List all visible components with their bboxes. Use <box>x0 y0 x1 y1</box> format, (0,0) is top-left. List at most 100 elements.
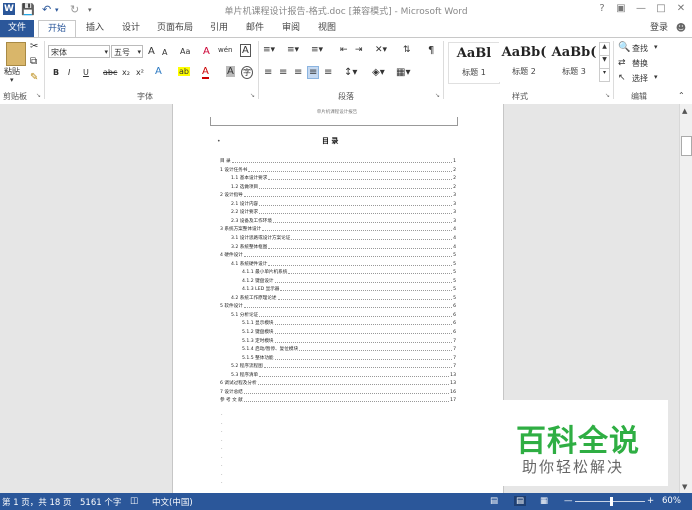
italic-button[interactable]: I <box>68 68 70 77</box>
toc-entry[interactable]: 1 设计任务书 2 <box>220 165 456 173</box>
align-right-icon[interactable]: ≡ <box>294 67 302 78</box>
toc-entry[interactable]: 6 调试过程及分析 13 <box>220 378 456 386</box>
styles-launcher-icon[interactable]: ↘ <box>605 92 610 99</box>
tab-file[interactable]: 文件 <box>0 20 34 37</box>
underline-button[interactable]: U <box>83 68 89 77</box>
toc-entry[interactable]: 5.1.3 定时模块 7 <box>242 336 456 344</box>
scrollbar-thumb[interactable] <box>681 136 692 156</box>
toc-entry[interactable]: 5.2 程序流程图 7 <box>231 361 456 369</box>
zoom-in-icon[interactable]: + <box>647 496 654 506</box>
print-layout-icon[interactable]: ▤ <box>514 496 527 506</box>
login-link[interactable]: 登录 <box>644 20 674 37</box>
bullets-icon[interactable]: ≡▾ <box>263 45 275 55</box>
select-icon[interactable]: ↖ <box>618 73 626 83</box>
toc-entry[interactable]: 1.1 基本设计要求 2 <box>231 173 456 181</box>
increase-indent-icon[interactable]: ⇥ <box>355 45 363 55</box>
word-count[interactable]: 5161 个字 <box>80 496 121 508</box>
scroll-down-icon[interactable]: ▼ <box>682 483 687 491</box>
font-size-combo[interactable]: 五号 ▾ <box>111 45 143 58</box>
styles-scroll-down-icon[interactable]: ▼ <box>599 55 610 69</box>
borders-icon[interactable]: ▦▾ <box>396 67 410 78</box>
toc-entry[interactable]: 5.3 程序清单 13 <box>231 370 456 378</box>
change-case-button[interactable]: Aa <box>180 47 190 56</box>
superscript-button[interactable]: x² <box>136 68 144 77</box>
strikethrough-button[interactable]: abc <box>103 68 117 77</box>
language[interactable]: 中文(中国) <box>152 496 193 508</box>
toc-entry[interactable]: 5.1.2 键盘模块 6 <box>242 327 456 335</box>
toc-entry[interactable]: 4.2 系统工作原理论述 5 <box>231 293 456 301</box>
toc-entry[interactable]: 5.1 分析论证 6 <box>231 310 456 318</box>
page-count[interactable]: 第 1 页，共 18 页 <box>2 496 72 508</box>
style-heading-2[interactable]: AaBb( 标题 2 <box>499 42 549 82</box>
toc-entry[interactable]: 2 设计指导 3 <box>220 190 456 198</box>
toc-entry[interactable]: 5 软件设计 6 <box>220 301 456 309</box>
zoom-slider-thumb[interactable] <box>610 497 613 506</box>
toc-entry[interactable]: 2.3 设备及工作环境 3 <box>231 216 456 224</box>
style-heading-1[interactable]: AaBl 标题 1 <box>448 42 500 84</box>
format-painter-icon[interactable]: ✎ <box>30 72 38 83</box>
highlight-button[interactable]: ab <box>178 67 190 76</box>
paste-dropdown-icon[interactable]: ▾ <box>10 76 14 84</box>
style-heading-3[interactable]: AaBb( 标题 3 <box>549 42 599 82</box>
tab-design[interactable]: 设计 <box>116 20 146 37</box>
toc-entry[interactable]: 目 录 1 <box>220 156 456 164</box>
tab-review[interactable]: 审阅 <box>276 20 306 37</box>
help-button[interactable]: ? <box>595 3 609 14</box>
multilevel-list-icon[interactable]: ≡▾ <box>311 45 323 55</box>
toc-entry[interactable]: 3.1 设计思路或设计方案论证 4 <box>231 233 456 241</box>
toc-entry[interactable]: 4.1.2 键盘设计 5 <box>242 276 456 284</box>
clipboard-launcher-icon[interactable]: ↘ <box>36 92 41 99</box>
char-border-button[interactable]: A <box>240 44 251 57</box>
toc-entry[interactable]: 4.1.1 最小单片机系统 5 <box>242 267 456 275</box>
select-button[interactable]: 选择 <box>632 73 648 84</box>
shading-icon[interactable]: ◈▾ <box>372 67 385 78</box>
scroll-up-icon[interactable]: ▲ <box>682 107 687 115</box>
line-spacing-icon[interactable]: ↕▾ <box>344 67 357 78</box>
tab-mailings[interactable]: 邮件 <box>240 20 270 37</box>
toc-entry[interactable]: 2.1 设计内容 3 <box>231 199 456 207</box>
paragraph-launcher-icon[interactable]: ↘ <box>435 92 440 99</box>
align-center-icon[interactable]: ≡ <box>279 67 287 78</box>
toc-entry[interactable]: 3 系统方案整体设计 4 <box>220 224 456 232</box>
shrink-font-button[interactable]: A <box>162 48 167 57</box>
numbering-icon[interactable]: ≡▾ <box>287 45 299 55</box>
chinese-layout-icon[interactable]: ✕▾ <box>375 45 387 55</box>
toc-entry[interactable]: 5.1.5 整体功能 7 <box>242 353 456 361</box>
find-button[interactable]: 查找 <box>632 43 648 54</box>
cut-icon[interactable]: ✂ <box>30 41 38 52</box>
minimize-button[interactable]: — <box>634 3 648 14</box>
copy-icon[interactable]: ⧉ <box>30 56 37 67</box>
toc-entry[interactable]: 4.1.3 LED 显示器 5 <box>242 284 456 292</box>
tab-home[interactable]: 开始 <box>38 20 76 38</box>
replace-icon[interactable]: ⇄ <box>618 58 626 68</box>
styles-scroll-up-icon[interactable]: ▲ <box>599 42 610 56</box>
sort-icon[interactable]: ⇅ <box>403 45 411 55</box>
vertical-scrollbar[interactable] <box>679 104 692 493</box>
toc-entry[interactable]: 4.1 系统硬件设计 5 <box>231 259 456 267</box>
toc-entry[interactable]: 5.1.1 显示模块 6 <box>242 318 456 326</box>
show-marks-icon[interactable]: ¶ <box>428 45 434 56</box>
toc-entry[interactable]: 7 设计总结 16 <box>220 387 456 395</box>
toc-entry[interactable]: 4 硬件设计 5 <box>220 250 456 258</box>
toc-entry[interactable]: 3.2 系统整体框图 4 <box>231 242 456 250</box>
clear-format-button[interactable]: A <box>203 46 210 57</box>
grow-font-button[interactable]: A <box>148 46 155 57</box>
maximize-button[interactable]: □ <box>654 3 668 14</box>
justify-icon[interactable]: ≡ <box>307 66 320 79</box>
find-icon[interactable]: 🔍 <box>618 42 630 53</box>
paste-icon[interactable] <box>6 42 26 66</box>
toc-entry[interactable]: 1.2 选做项目 2 <box>231 182 456 190</box>
toc-entry[interactable]: 5.1.4 启动/暂停、复位模块 7 <box>242 344 456 352</box>
zoom-out-icon[interactable]: — <box>564 496 573 506</box>
account-icon[interactable]: ☻ <box>674 20 688 37</box>
chevron-down-icon[interactable]: ▾ <box>137 46 141 59</box>
phonetic-guide-button[interactable]: wén <box>218 46 232 54</box>
web-layout-icon[interactable]: ▦ <box>540 496 548 506</box>
tab-view[interactable]: 视图 <box>312 20 342 37</box>
read-mode-icon[interactable]: ▤ <box>490 496 498 506</box>
toc-entry[interactable]: 参 考 文 献 17 <box>220 395 456 403</box>
font-launcher-icon[interactable]: ↘ <box>250 92 255 99</box>
close-button[interactable]: ✕ <box>674 3 688 14</box>
char-shading-button[interactable]: A <box>226 66 235 77</box>
collapse-ribbon-icon[interactable]: ⌃ <box>678 91 685 100</box>
